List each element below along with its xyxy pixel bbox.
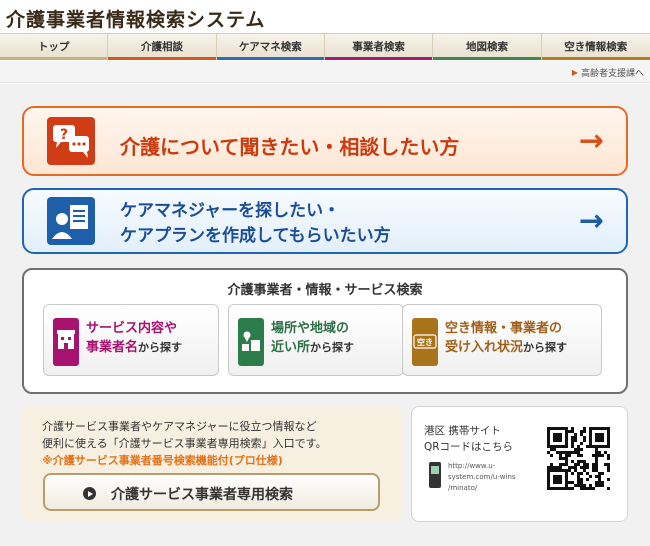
- caremanager-label-line2: ケアプランを作成してもらいたい方: [120, 226, 391, 246]
- search-section: 介護事業者・情報・サービス検索 サービス内容や 事業者名から探す 場所や地域の …: [22, 268, 628, 394]
- service-search-card-text: サービス内容や 事業者名から探す: [86, 319, 182, 357]
- nav-item-provider-search[interactable]: 事業者検索: [324, 34, 434, 60]
- vacancy-search-card-text: 空き情報・事業者の 受け入れ状況から探す: [445, 319, 567, 357]
- arrow-right-icon: →: [578, 123, 604, 159]
- map-location-icon: [238, 318, 264, 366]
- vacancy-card-line2: 受け入れ状況: [445, 340, 524, 355]
- vacancy-icon-label: 空き: [417, 337, 433, 347]
- vacancy-sign-icon: 空き: [412, 318, 438, 366]
- nav-item-label: 空き情報検索: [564, 41, 628, 53]
- vacancy-search-card[interactable]: 空き 空き情報・事業者の 受け入れ状況から探す: [402, 304, 602, 376]
- service-card-line2: 事業者名: [86, 340, 139, 355]
- vacancy-card-suffix: から探す: [523, 341, 568, 354]
- mobile-phone-icon: [429, 462, 441, 488]
- mobile-url-line2: system.com/u-wins: [448, 473, 516, 481]
- consult-button[interactable]: ? 介護について聞きたい・相談したい方 →: [22, 106, 628, 176]
- main-content: ? 介護について聞きたい・相談したい方 → ケアマネジャーを探したい・ ケアプラ…: [0, 84, 650, 546]
- mobile-qr-caption: QRコードはこちら: [424, 441, 514, 453]
- nav-item-label: 介護相談: [140, 41, 183, 53]
- provider-description-line2: 便利に使える「介護サービス事業者専用検索」入口です。: [42, 437, 327, 450]
- arrow-right-icon: →: [578, 203, 604, 239]
- mobile-url-line1: http://www.u-: [448, 462, 496, 470]
- mobile-site-section: 港区 携帯サイト QRコードはこちら http://www.u- system.…: [411, 406, 628, 522]
- mobile-url-line3: /minato/: [448, 484, 478, 492]
- area-search-card[interactable]: 場所や地域の 近い所から探す: [228, 304, 404, 376]
- nav-item-label: 事業者検索: [352, 41, 405, 53]
- service-card-suffix: から探す: [138, 341, 183, 354]
- provider-note: ※介護サービス事業者番号検索機能付(プロ仕様): [42, 454, 283, 467]
- nav-item-map-search[interactable]: 地図検索: [433, 34, 542, 60]
- service-search-card[interactable]: サービス内容や 事業者名から探す: [43, 304, 219, 376]
- provider-description-line1: 介護サービス事業者やケアマネジャーに役立つ情報など: [42, 420, 317, 433]
- global-nav: トップ 介護相談 ケアマネ検索 事業者検索 地図検索 空き情報検索: [0, 33, 650, 60]
- nav-item-accent-bar: [433, 57, 541, 60]
- building-icon: [53, 318, 79, 366]
- qr-code-image: [545, 426, 613, 492]
- site-title[interactable]: 介護事業者情報検索システム: [6, 5, 265, 32]
- provider-search-button[interactable]: 介護サービス事業者専用検索: [43, 473, 380, 511]
- search-section-title: 介護事業者・情報・サービス検索: [227, 283, 423, 298]
- triangle-right-icon: ▶: [571, 68, 578, 77]
- nav-item-accent-bar: [216, 57, 324, 60]
- sub-bar: ▶ 高齢者支援課へ: [0, 61, 650, 83]
- nav-item-label: ケアマネ検索: [238, 41, 302, 53]
- nav-item-consult[interactable]: 介護相談: [108, 34, 217, 60]
- nav-item-label: 地図検索: [465, 41, 508, 53]
- svg-text:?: ?: [60, 127, 68, 143]
- nav-item-vacancy-search[interactable]: 空き情報検索: [541, 34, 650, 60]
- elderly-support-link-label: 高齢者支援課へ: [580, 69, 644, 79]
- play-circle-icon: [83, 487, 96, 500]
- mobile-site-url[interactable]: http://www.u- system.com/u-wins /minato/: [448, 461, 516, 494]
- provider-search-button-label: 介護サービス事業者専用検索: [111, 487, 293, 503]
- nav-item-accent-bar: [0, 57, 108, 60]
- area-card-suffix: から探す: [310, 341, 355, 354]
- nav-item-label: トップ: [37, 41, 70, 53]
- area-search-card-text: 場所や地域の 近い所から探す: [271, 319, 354, 357]
- nav-item-accent-bar: [541, 57, 650, 60]
- caremanager-button-label: ケアマネジャーを探したい・ ケアプランを作成してもらいたい方: [120, 199, 391, 249]
- person-document-icon: [47, 197, 95, 245]
- nav-item-top[interactable]: トップ: [0, 34, 109, 60]
- speech-bubble-icon: ?: [47, 117, 95, 165]
- area-card-line1: 場所や地域の: [271, 321, 350, 336]
- nav-item-caremanager-search[interactable]: ケアマネ検索: [216, 34, 325, 60]
- service-card-line1: サービス内容や: [86, 321, 178, 336]
- area-card-line2: 近い所: [271, 340, 311, 355]
- nav-item-accent-bar: [324, 57, 433, 60]
- provider-only-section: 介護サービス事業者やケアマネジャーに役立つ情報など 便利に使える「介護サービス事…: [22, 406, 402, 522]
- nav-item-accent-bar: [108, 57, 216, 60]
- caremanager-label-line1: ケアマネジャーを探したい・: [120, 201, 341, 221]
- elderly-support-link[interactable]: ▶ 高齢者支援課へ: [572, 66, 644, 79]
- header: 介護事業者情報検索システム: [0, 0, 650, 33]
- mobile-site-title: 港区 携帯サイト: [424, 425, 501, 437]
- consult-button-label: 介護について聞きたい・相談したい方: [120, 135, 460, 159]
- caremanager-button[interactable]: ケアマネジャーを探したい・ ケアプランを作成してもらいたい方 →: [22, 188, 628, 254]
- vacancy-card-line1: 空き情報・事業者の: [445, 321, 563, 336]
